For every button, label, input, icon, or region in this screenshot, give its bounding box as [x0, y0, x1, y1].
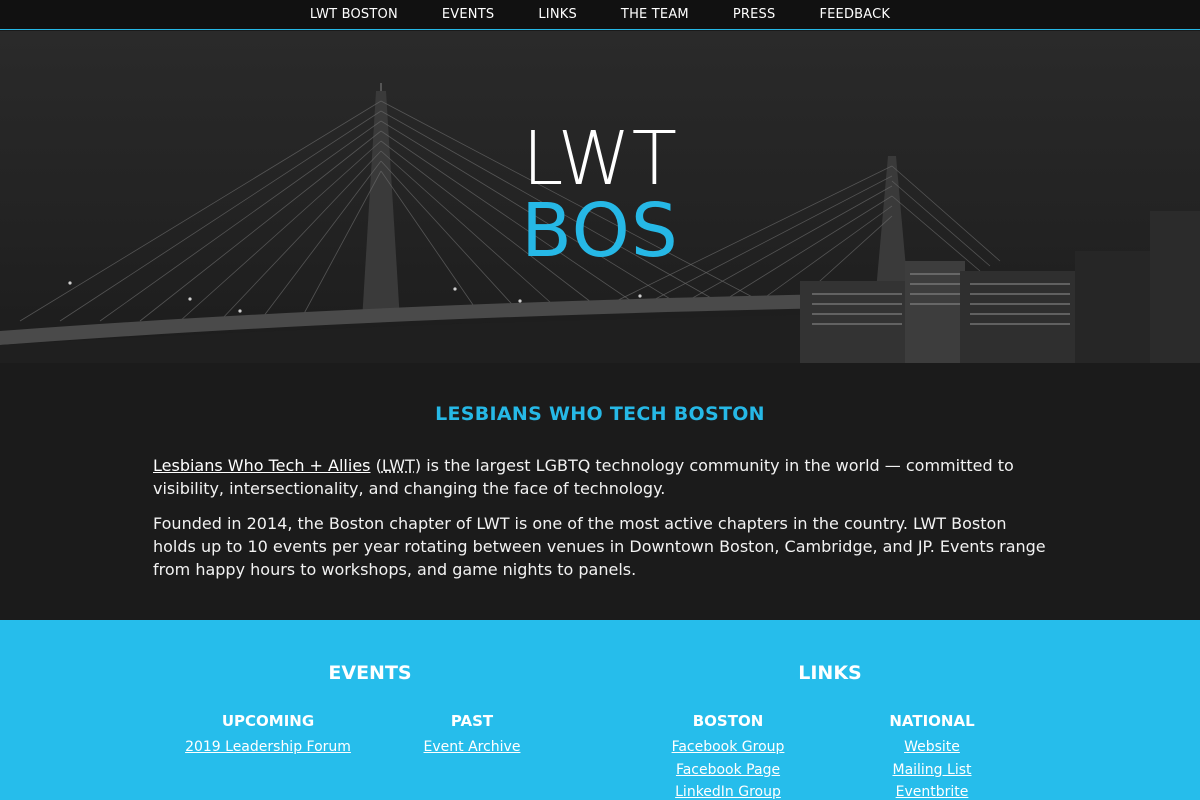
link-facebook-page[interactable]: Facebook Page — [618, 759, 838, 782]
logo-line-2: BOS — [521, 188, 679, 274]
past-heading: PAST — [450, 712, 494, 730]
about-paragraph-1: Lesbians Who Tech + Allies (LWT) is the … — [153, 454, 1053, 500]
link-facebook-group[interactable]: Facebook Group — [618, 736, 838, 759]
nav-feedback[interactable]: FEEDBACK — [797, 0, 912, 30]
past-list: Event Archive — [362, 736, 582, 759]
about-heading: LESBIANS WHO TECH BOSTON — [435, 403, 765, 425]
link-mailing-list[interactable]: Mailing List — [822, 759, 1042, 782]
logo-line-1: LWT — [522, 116, 678, 202]
lwt-allies-link[interactable]: Lesbians Who Tech + Allies — [153, 456, 371, 475]
events-heading: EVENTS — [328, 662, 412, 684]
links-section: EVENTS LINKS UPCOMING 2019 Leadership Fo… — [0, 620, 1200, 800]
national-list: Website Mailing List Eventbrite — [822, 736, 1042, 800]
lwt-abbreviation: LWT — [381, 456, 415, 475]
link-event-archive[interactable]: Event Archive — [362, 736, 582, 759]
about-section: LESBIANS WHO TECH BOSTON Lesbians Who Te… — [0, 363, 1200, 620]
about-paragraph-2: Founded in 2014, the Boston chapter of L… — [153, 514, 1046, 579]
link-website[interactable]: Website — [822, 736, 1042, 759]
nav-events[interactable]: EVENTS — [420, 0, 516, 30]
link-2019-leadership-forum[interactable]: 2019 Leadership Forum — [158, 736, 378, 759]
nav-press[interactable]: PRESS — [711, 0, 798, 30]
boston-list: Facebook Group Facebook Page LinkedIn Gr… — [618, 736, 838, 800]
links-heading: LINKS — [798, 662, 862, 684]
nav-the-team[interactable]: THE TEAM — [599, 0, 711, 30]
link-linkedin-group[interactable]: LinkedIn Group — [618, 781, 838, 800]
nav-links[interactable]: LINKS — [516, 0, 599, 30]
lwt-bos-logo: LWT BOS — [0, 116, 1200, 274]
top-nav: LWT BOSTON EVENTS LINKS THE TEAM PRESS F… — [0, 0, 1200, 30]
link-eventbrite[interactable]: Eventbrite — [822, 781, 1042, 800]
paren-open: ( — [370, 456, 382, 475]
boston-heading: BOSTON — [692, 712, 764, 730]
upcoming-heading: UPCOMING — [221, 712, 315, 730]
upcoming-list: 2019 Leadership Forum — [158, 736, 378, 759]
hero-banner: LWT BOS — [0, 31, 1200, 363]
national-heading: NATIONAL — [889, 712, 975, 730]
nav-lwt-boston[interactable]: LWT BOSTON — [288, 0, 420, 30]
